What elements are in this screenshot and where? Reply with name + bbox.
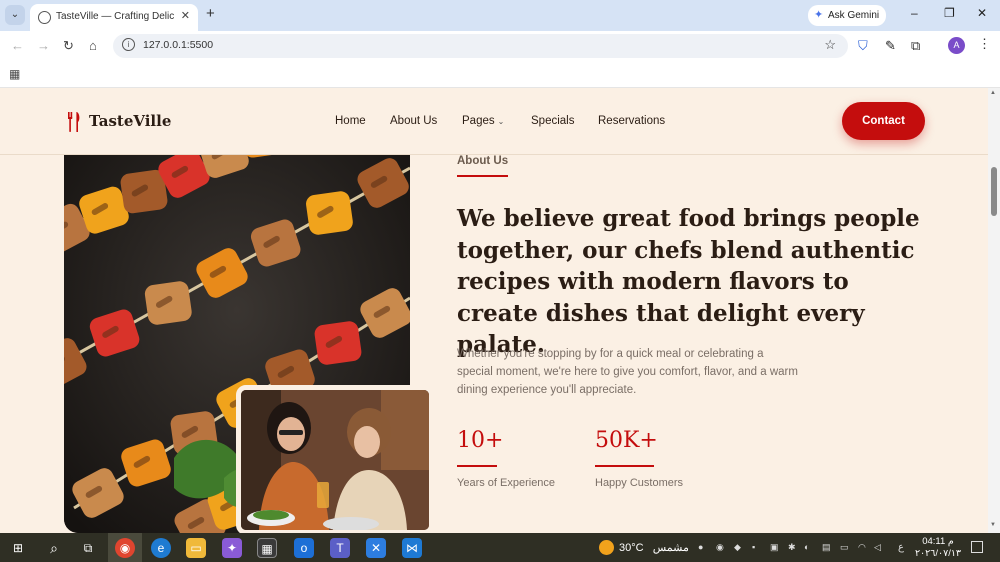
browser-toolbar: ← → ↻ ⌂ i 127.0.0.1:5500 ☆ ⛉ ✎ ⧉: [0, 31, 1000, 61]
chrome-tray-icon[interactable]: ◉: [716, 542, 724, 553]
bookmarks-bar: ▦: [0, 61, 1000, 88]
windows-start-icon[interactable]: ⊞: [8, 538, 28, 558]
nav-home[interactable]: Home: [335, 115, 366, 127]
nav-about-us[interactable]: About Us: [390, 115, 437, 127]
tab-close-icon[interactable]: ✕: [181, 9, 190, 22]
site-header: TasteVille Home About Us Pages ⌄ Specials…: [0, 88, 988, 155]
stat-underline: [457, 465, 497, 467]
teams-icon[interactable]: T: [330, 538, 350, 558]
bookmark-star-icon[interactable]: ☆: [824, 37, 836, 53]
stat-label-customers: Happy Customers: [595, 477, 684, 489]
new-tab-icon[interactable]: +: [206, 5, 215, 22]
sun-icon: [599, 540, 614, 555]
battery-icon[interactable]: ▭: [840, 542, 849, 553]
page-viewport: TasteVille Home About Us Pages ⌄ Specials…: [0, 88, 988, 533]
sparkle-icon: ✦: [814, 9, 824, 21]
back-icon[interactable]: ←: [11, 38, 24, 53]
nav-pages[interactable]: Pages ⌄: [462, 115, 504, 127]
tab-title: TasteVille — Crafting Delicious: [56, 11, 174, 22]
tab-search-icon[interactable]: ⌄: [5, 5, 25, 25]
wifi-icon[interactable]: ◠: [858, 542, 866, 553]
reload-icon[interactable]: ↻: [63, 38, 74, 54]
stat-value-customers: 50K+: [595, 428, 658, 453]
input-language[interactable]: ع: [898, 542, 904, 553]
system-clock[interactable]: 04:11 م ٢٠٢٦/٠٧/١٣: [913, 536, 963, 560]
weather-text: مشمس: [652, 542, 689, 554]
browser-tab-strip: ⌄ TasteVille — Crafting Delicious ✕ + ✦ …: [0, 0, 1000, 31]
address-bar[interactable]: i 127.0.0.1:5500 ☆: [113, 34, 848, 58]
scroll-down-icon[interactable]: ▼: [990, 522, 996, 528]
windows-taskbar: ⊞ ⌕ ⧉ ◉ e ▭ ✦ ▦ o T ✕ ⋈ 30°C مشمس ● ◉ ◆ …: [0, 533, 1000, 562]
nav-specials[interactable]: Specials: [531, 115, 574, 127]
browser-tab[interactable]: TasteVille — Crafting Delicious ✕: [30, 4, 198, 31]
temperature: 30°C: [619, 542, 644, 554]
edge-icon[interactable]: e: [151, 538, 171, 558]
apps-grid-icon[interactable]: ▦: [9, 67, 20, 81]
copilot-icon[interactable]: ✦: [222, 538, 242, 558]
section-label: About Us: [457, 155, 509, 167]
globe-icon: [38, 11, 51, 24]
clock-time: 04:11 م: [922, 536, 954, 547]
about-paragraph: Whether you're stopping by for a quick m…: [457, 348, 798, 396]
site-info-icon[interactable]: i: [122, 38, 135, 51]
ask-gemini-button[interactable]: ✦ Ask Gemini: [808, 5, 886, 26]
chevron-down-icon: ⌄: [497, 117, 505, 126]
section-underline: [457, 175, 508, 177]
clock-date: ٢٠٢٦/٠٧/١٣: [914, 548, 962, 559]
tray-app-icon[interactable]: ◐: [804, 542, 809, 552]
ask-gemini-label: Ask Gemini: [828, 10, 880, 21]
scroll-up-icon[interactable]: ▲: [990, 90, 996, 96]
home-icon[interactable]: ⌂: [89, 38, 97, 53]
about-headline: We believe great food brings people toge…: [457, 205, 920, 358]
search-icon[interactable]: ⌕: [44, 538, 64, 558]
stat-underline: [595, 465, 654, 467]
contact-button[interactable]: Contact: [842, 102, 925, 140]
page-scrollbar[interactable]: [988, 88, 1000, 533]
forward-icon[interactable]: →: [37, 38, 50, 53]
notifications-icon[interactable]: [971, 541, 983, 553]
weather-readout[interactable]: 30°C مشمس: [619, 541, 689, 554]
nav-pages-label: Pages: [462, 115, 495, 127]
nav-reservations[interactable]: Reservations: [598, 115, 665, 127]
minimize-icon[interactable]: –: [911, 6, 918, 20]
stat-label-experience: Years of Experience: [457, 477, 556, 489]
store-icon[interactable]: ▦: [257, 538, 277, 558]
file-explorer-icon[interactable]: ▭: [186, 538, 206, 558]
tray-app-icon[interactable]: ▪: [752, 542, 755, 552]
chrome-icon[interactable]: ◉: [115, 538, 135, 558]
profile-avatar[interactable]: A: [948, 37, 965, 54]
window-close-icon[interactable]: ✕: [977, 6, 987, 20]
shield-extension-icon[interactable]: ⛉: [858, 38, 868, 54]
bluetooth-icon[interactable]: ✱: [788, 542, 796, 553]
pen-extension-icon[interactable]: ✎: [885, 38, 896, 54]
tray-app-icon[interactable]: ◆: [734, 542, 741, 553]
cutlery-icon: [68, 112, 80, 132]
vscode-icon[interactable]: ⋈: [402, 538, 422, 558]
tray-app-icon[interactable]: ▣: [770, 542, 779, 553]
app-icon[interactable]: ✕: [366, 538, 386, 558]
scrollbar-thumb[interactable]: [991, 167, 997, 216]
volume-icon[interactable]: ◁: [874, 542, 881, 553]
tray-app-icon[interactable]: ▤: [822, 542, 831, 553]
restore-icon[interactable]: ❐: [944, 6, 955, 20]
diners-photo: [236, 385, 434, 533]
puzzle-extension-icon[interactable]: ⧉: [911, 38, 920, 54]
url-text: 127.0.0.1:5500: [143, 39, 214, 51]
tray-app-icon[interactable]: ●: [698, 542, 703, 552]
brand-logo[interactable]: TasteVille: [89, 112, 171, 130]
outlook-icon[interactable]: o: [294, 538, 314, 558]
more-menu-icon[interactable]: ⋮: [978, 36, 991, 52]
stat-value-experience: 10+: [457, 428, 504, 453]
task-view-icon[interactable]: ⧉: [78, 538, 98, 558]
